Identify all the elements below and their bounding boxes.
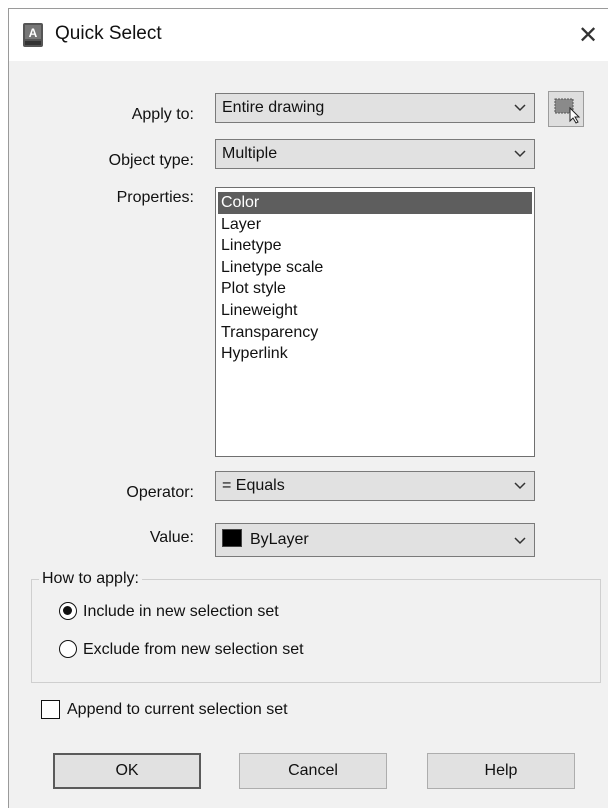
select-objects-button[interactable] [548, 91, 584, 127]
quick-select-dialog: A Quick Select ✕ Apply to: Entire drawin… [8, 8, 608, 808]
how-to-apply-legend: How to apply: [39, 570, 142, 588]
list-item[interactable]: Plot style [218, 278, 532, 300]
help-button[interactable]: Help [427, 753, 575, 789]
apply-to-dropdown[interactable]: Entire drawing [215, 93, 535, 123]
list-item[interactable]: Layer [218, 214, 532, 236]
object-type-label: Object type: [108, 152, 194, 169]
chevron-down-icon [514, 482, 526, 490]
list-item[interactable]: Hyperlink [218, 343, 532, 365]
ok-button[interactable]: OK [53, 753, 201, 789]
close-icon: ✕ [577, 21, 599, 49]
close-button[interactable]: ✕ [567, 17, 608, 53]
radio-unselected-icon [59, 640, 77, 658]
select-objects-icon [554, 98, 581, 124]
radio-selected-icon [59, 602, 77, 620]
chevron-down-icon [514, 537, 526, 545]
list-item[interactable]: Linetype scale [218, 257, 532, 279]
svg-text:A: A [29, 26, 38, 40]
list-item[interactable]: Linetype [218, 235, 532, 257]
cancel-button[interactable]: Cancel [239, 753, 387, 789]
operator-dropdown[interactable]: = Equals [215, 471, 535, 501]
object-type-value: Multiple [222, 145, 278, 162]
list-item[interactable]: Transparency [218, 322, 532, 344]
chevron-down-icon [514, 150, 526, 158]
operator-label: Operator: [126, 484, 194, 501]
exclude-radio-label: Exclude from new selection set [83, 641, 304, 658]
dialog-title: Quick Select [55, 23, 162, 44]
title-bar: A Quick Select ✕ [9, 9, 608, 61]
color-swatch [222, 529, 242, 547]
apply-to-label: Apply to: [131, 106, 194, 123]
list-item[interactable]: Lineweight [218, 300, 532, 322]
value-value: ByLayer [250, 531, 309, 548]
list-item[interactable]: Color [218, 192, 532, 214]
checkbox-icon [41, 700, 60, 719]
how-to-apply-group [31, 579, 601, 683]
autocad-app-icon: A [23, 23, 43, 47]
chevron-down-icon [514, 104, 526, 112]
properties-listbox[interactable]: Color Layer Linetype Linetype scale Plot… [215, 187, 535, 457]
properties-label: Properties: [116, 189, 194, 206]
include-radio-label: Include in new selection set [83, 603, 279, 620]
value-label: Value: [149, 529, 194, 546]
append-checkbox-label: Append to current selection set [67, 701, 288, 718]
value-dropdown[interactable]: ByLayer [215, 523, 535, 557]
operator-value: = Equals [222, 477, 285, 494]
apply-to-value: Entire drawing [222, 99, 325, 116]
object-type-dropdown[interactable]: Multiple [215, 139, 535, 169]
